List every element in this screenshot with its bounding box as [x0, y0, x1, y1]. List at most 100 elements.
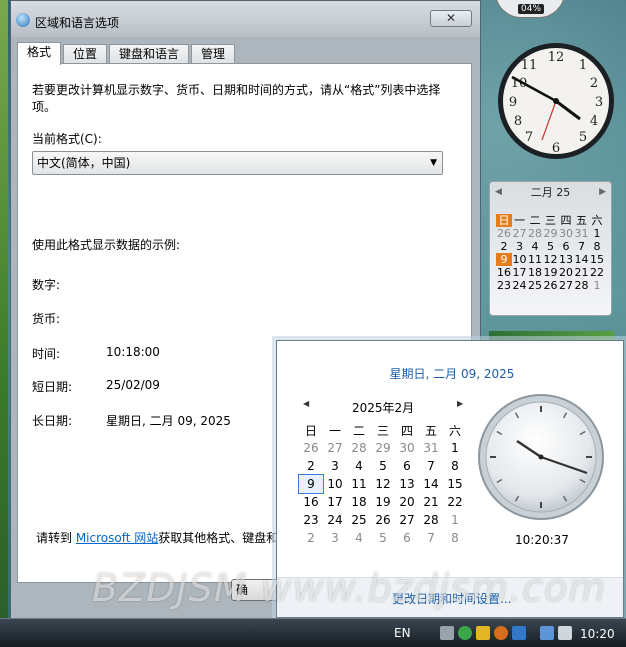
popup-day[interactable]: 28	[419, 511, 443, 529]
popup-day[interactable]: 26	[299, 439, 323, 457]
calendar-gadget-day[interactable]: 3	[512, 240, 528, 253]
calendar-gadget-day[interactable]: 13	[558, 253, 574, 266]
popup-day[interactable]: 21	[419, 493, 443, 511]
popup-day[interactable]: 29	[371, 439, 395, 457]
popup-day[interactable]: 1	[443, 439, 467, 457]
popup-day[interactable]: 30	[395, 439, 419, 457]
calendar-gadget-day[interactable]: 21	[574, 266, 590, 279]
calendar-gadget-day[interactable]: 20	[558, 266, 574, 279]
tab-location[interactable]: 位置	[63, 44, 108, 65]
tray-keyboard-icon[interactable]	[440, 626, 454, 640]
calendar-gadget-day[interactable]: 16	[496, 266, 512, 279]
tab-keyboards-languages[interactable]: 键盘和语言	[109, 44, 190, 65]
popup-day[interactable]: 3	[323, 457, 347, 475]
calendar-gadget-day[interactable]: 7	[574, 240, 590, 253]
tray-check-icon[interactable]	[458, 626, 472, 640]
popup-day[interactable]: 31	[419, 439, 443, 457]
popup-day[interactable]: 1	[443, 511, 467, 529]
popup-month-title[interactable]: 2025年2月	[352, 399, 414, 416]
popup-day[interactable]: 6	[395, 457, 419, 475]
popup-selected-day[interactable]: 9	[298, 474, 324, 494]
taskbar-clock[interactable]: 10:20	[580, 627, 615, 641]
calendar-gadget-day[interactable]: 26	[496, 227, 512, 240]
clock-gadget[interactable]: 1212 345 678 91011	[495, 40, 617, 162]
calendar-gadget-day[interactable]: 5	[543, 240, 559, 253]
close-button[interactable]: ✕	[430, 10, 472, 27]
calendar-gadget-day[interactable]: 31	[574, 227, 590, 240]
popup-day[interactable]: 27	[395, 511, 419, 529]
calendar-gadget-next-icon[interactable]: ▶	[599, 187, 606, 197]
popup-day[interactable]: 12	[371, 475, 395, 493]
popup-day[interactable]: 8	[443, 457, 467, 475]
popup-day[interactable]: 10	[323, 475, 347, 493]
calendar-gadget-day[interactable]: 22	[589, 266, 605, 279]
tray-volume-icon[interactable]	[558, 626, 572, 640]
popup-day[interactable]: 24	[323, 511, 347, 529]
calendar-gadget-day[interactable]: 4	[527, 240, 543, 253]
popup-day[interactable]: 20	[395, 493, 419, 511]
popup-day[interactable]: 17	[323, 493, 347, 511]
popup-day[interactable]: 22	[443, 493, 467, 511]
calendar-gadget-day[interactable]: 15	[589, 253, 605, 266]
calendar-gadget-day[interactable]: 18	[527, 266, 543, 279]
tray-network-icon[interactable]	[540, 626, 554, 640]
tray-warning-icon[interactable]	[476, 626, 490, 640]
popup-day[interactable]: 5	[371, 457, 395, 475]
calendar-gadget-day[interactable]: 28	[574, 279, 590, 292]
popup-day[interactable]: 8	[443, 529, 467, 547]
calendar-gadget-day[interactable]: 26	[543, 279, 559, 292]
popup-day[interactable]: 14	[419, 475, 443, 493]
popup-day[interactable]: 7	[419, 457, 443, 475]
prev-month-icon[interactable]: ◀	[303, 399, 309, 408]
popup-day[interactable]: 6	[395, 529, 419, 547]
popup-day[interactable]: 28	[347, 439, 371, 457]
calendar-gadget-day[interactable]: 24	[512, 279, 528, 292]
popup-day[interactable]: 7	[419, 529, 443, 547]
popup-day[interactable]: 15	[443, 475, 467, 493]
tray-app-icon[interactable]	[512, 626, 526, 640]
tab-formats[interactable]: 格式	[17, 42, 62, 65]
calendar-gadget-day[interactable]: 8	[589, 240, 605, 253]
popup-day[interactable]: 16	[299, 493, 323, 511]
calendar-gadget-day[interactable]: 14	[574, 253, 590, 266]
next-month-icon[interactable]: ▶	[457, 399, 463, 408]
calendar-gadget-day[interactable]: 19	[543, 266, 559, 279]
language-indicator[interactable]: EN	[394, 626, 411, 640]
calendar-gadget-day[interactable]: 1	[589, 227, 605, 240]
calendar-gadget-day[interactable]: 1	[589, 279, 605, 292]
calendar-gadget-today[interactable]: 9	[496, 253, 512, 266]
popup-day[interactable]: 18	[347, 493, 371, 511]
calendar-gadget-day[interactable]: 17	[512, 266, 528, 279]
popup-day[interactable]: 5	[371, 529, 395, 547]
calendar-gadget-day[interactable]: 23	[496, 279, 512, 292]
calendar-gadget-day[interactable]: 29	[543, 227, 559, 240]
popup-day[interactable]: 27	[323, 439, 347, 457]
popup-day[interactable]: 26	[371, 511, 395, 529]
calendar-gadget-day[interactable]: 11	[527, 253, 543, 266]
calendar-gadget-day[interactable]: 28	[527, 227, 543, 240]
popup-day[interactable]: 23	[299, 511, 323, 529]
tray-search-icon[interactable]	[494, 626, 508, 640]
microsoft-website-link[interactable]: Microsoft 网站	[76, 531, 158, 545]
current-format-select[interactable]: 中文(简体，中国) ▼	[32, 151, 443, 175]
popup-day[interactable]: 2	[299, 529, 323, 547]
popup-day[interactable]: 19	[371, 493, 395, 511]
dialog-titlebar[interactable]: 区域和语言选项 ✕	[11, 1, 480, 37]
calendar-gadget-day[interactable]: 6	[558, 240, 574, 253]
popup-long-date[interactable]: 星期日, 二月 09, 2025	[277, 365, 626, 382]
popup-day[interactable]: 13	[395, 475, 419, 493]
calendar-gadget-day[interactable]: 25	[527, 279, 543, 292]
popup-day[interactable]: 11	[347, 475, 371, 493]
popup-day[interactable]: 4	[347, 529, 371, 547]
calendar-gadget-day[interactable]: 27	[512, 227, 528, 240]
tab-administrative[interactable]: 管理	[191, 44, 236, 65]
calendar-gadget-day[interactable]: 2	[496, 240, 512, 253]
calendar-gadget-day[interactable]: 30	[558, 227, 574, 240]
calendar-gadget[interactable]: ◀ 二月 25 ▶ 日 一 二 三 四 五 六 26 27 28 29 30 3…	[489, 181, 612, 316]
calendar-gadget-day[interactable]: 12	[543, 253, 559, 266]
popup-day[interactable]: 25	[347, 511, 371, 529]
calendar-gadget-prev-icon[interactable]: ◀	[495, 187, 502, 197]
calendar-gadget-day[interactable]: 10	[512, 253, 528, 266]
popup-day[interactable]: 2	[299, 457, 323, 475]
popup-day[interactable]: 3	[323, 529, 347, 547]
